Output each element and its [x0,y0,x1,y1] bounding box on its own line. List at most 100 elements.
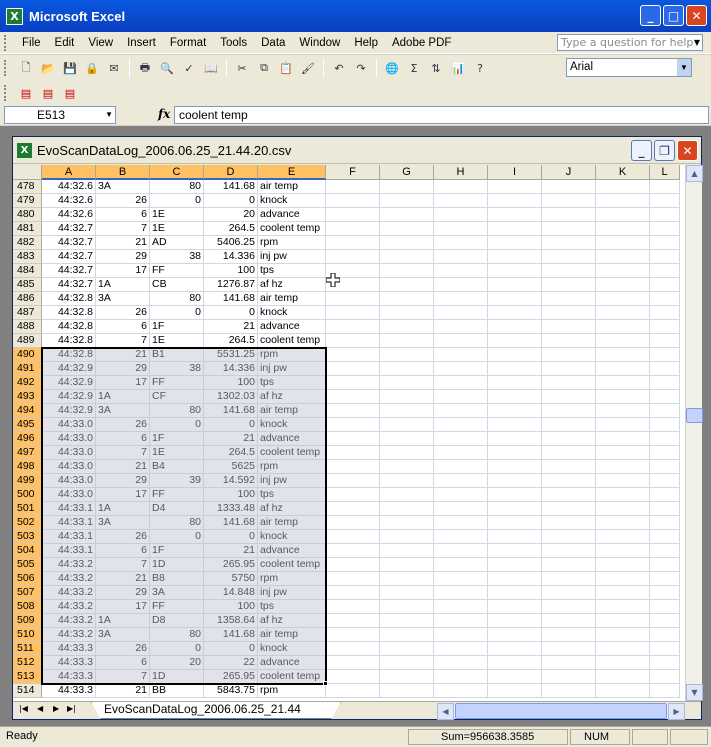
cell-e[interactable]: af hz [258,390,326,404]
row-header[interactable]: 500 [13,488,42,502]
convert-to-pdf-icon[interactable]: ▤ [17,84,35,102]
cell-h[interactable] [434,474,488,488]
cell-f[interactable] [326,390,380,404]
cell-j[interactable] [542,250,596,264]
cell-b[interactable]: 29 [96,474,150,488]
cell-i[interactable] [488,656,542,670]
cell-f[interactable] [326,208,380,222]
cell-b[interactable]: 1A [96,614,150,628]
chevron-down-icon[interactable]: ▼ [105,107,113,123]
cell-i[interactable] [488,278,542,292]
cell-c[interactable]: 20 [150,656,204,670]
menu-data[interactable]: Data [254,37,292,49]
cell-g[interactable] [380,236,434,250]
cell-l[interactable] [650,628,680,642]
column-header-g[interactable]: G [380,165,434,180]
row-header[interactable]: 487 [13,306,42,320]
cell-e[interactable]: rpm [258,572,326,586]
cell-b[interactable]: 3A [96,628,150,642]
cell-j[interactable] [542,264,596,278]
sort-icon[interactable]: ⇅ [427,59,445,77]
cell-j[interactable] [542,320,596,334]
cell-h[interactable] [434,628,488,642]
cell-k[interactable] [596,334,650,348]
cell-d[interactable]: 5625 [204,460,258,474]
cell-l[interactable] [650,460,680,474]
cell-e[interactable]: coolent temp [258,558,326,572]
cell-h[interactable] [434,488,488,502]
save-icon[interactable]: 💾 [61,59,79,77]
cell-g[interactable] [380,656,434,670]
cell-e[interactable]: air temp [258,628,326,642]
cell-d[interactable]: 21 [204,544,258,558]
cell-f[interactable] [326,418,380,432]
cell-b[interactable]: 7 [96,446,150,460]
cell-c[interactable]: D4 [150,502,204,516]
cell-j[interactable] [542,600,596,614]
cell-c[interactable]: 1F [150,320,204,334]
cell-f[interactable] [326,488,380,502]
cell-j[interactable] [542,656,596,670]
cell-e[interactable]: af hz [258,614,326,628]
paste-icon[interactable]: 📋 [277,59,295,77]
cell-b[interactable]: 6 [96,544,150,558]
cell-k[interactable] [596,250,650,264]
cell-f[interactable] [326,222,380,236]
workbook-restore-icon[interactable]: ❐ [654,140,675,161]
cell-i[interactable] [488,460,542,474]
cell-e[interactable]: air temp [258,292,326,306]
cell-b[interactable]: 26 [96,194,150,208]
hyperlink-icon[interactable]: 🌐 [383,59,401,77]
cell-d[interactable]: 22 [204,656,258,670]
row-header[interactable]: 504 [13,544,42,558]
cell-g[interactable] [380,320,434,334]
row-header[interactable]: 483 [13,250,42,264]
row-header[interactable]: 484 [13,264,42,278]
vertical-scrollbar[interactable]: ▲ ▼ [685,165,703,701]
cell-e[interactable]: knock [258,642,326,656]
cell-a[interactable]: 44:33.1 [42,530,96,544]
select-all-corner[interactable] [13,165,42,180]
cell-j[interactable] [542,460,596,474]
cell-f[interactable] [326,180,380,194]
cell-g[interactable] [380,278,434,292]
cell-a[interactable]: 44:32.8 [42,306,96,320]
cell-l[interactable] [650,376,680,390]
cell-j[interactable] [542,292,596,306]
cell-f[interactable] [326,558,380,572]
cell-f[interactable] [326,306,380,320]
cell-g[interactable] [380,292,434,306]
menu-grip[interactable] [4,34,7,51]
cell-k[interactable] [596,600,650,614]
horizontal-scrollbar[interactable]: ◀ ▶ [437,703,685,720]
row-header[interactable]: 507 [13,586,42,600]
cell-l[interactable] [650,180,680,194]
cell-a[interactable]: 44:33.3 [42,670,96,684]
cell-l[interactable] [650,488,680,502]
cell-b[interactable]: 1A [96,390,150,404]
cell-l[interactable] [650,362,680,376]
cell-f[interactable] [326,404,380,418]
research-icon[interactable]: 📖 [202,59,220,77]
cell-c[interactable]: FF [150,600,204,614]
cell-a[interactable]: 44:33.0 [42,418,96,432]
cell-l[interactable] [650,656,680,670]
undo-icon[interactable]: ↶ [330,59,348,77]
cell-g[interactable] [380,390,434,404]
cell-l[interactable] [650,404,680,418]
cell-c[interactable]: FF [150,376,204,390]
menu-edit[interactable]: Edit [48,37,82,49]
cell-i[interactable] [488,474,542,488]
menu-format[interactable]: Format [163,37,213,49]
cell-k[interactable] [596,362,650,376]
row-header[interactable]: 513 [13,670,42,684]
cell-c[interactable]: 80 [150,404,204,418]
cell-g[interactable] [380,418,434,432]
cell-k[interactable] [596,572,650,586]
cell-c[interactable]: 38 [150,362,204,376]
cell-i[interactable] [488,236,542,250]
cell-j[interactable] [542,404,596,418]
format-painter-icon[interactable]: 🖌 [299,59,317,77]
cell-d[interactable]: 1276.87 [204,278,258,292]
cell-j[interactable] [542,628,596,642]
